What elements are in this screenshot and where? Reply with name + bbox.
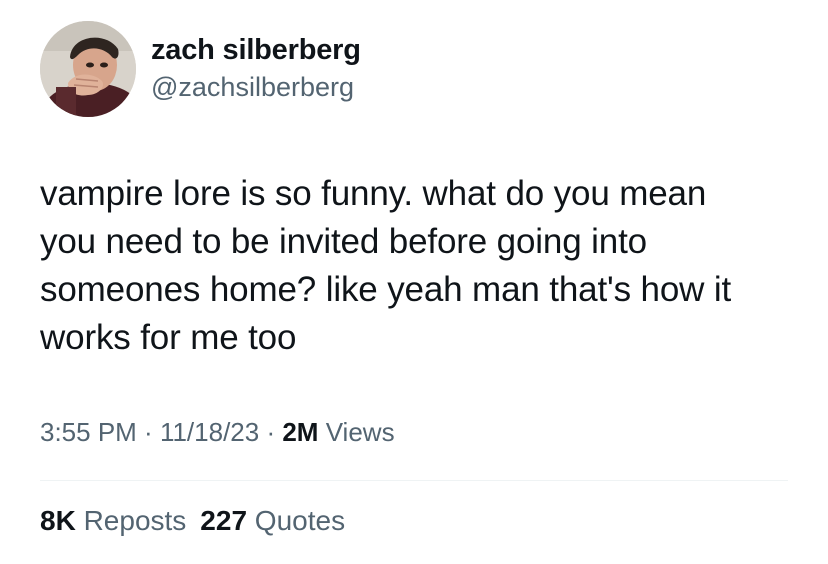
quotes-label: Quotes: [254, 505, 346, 536]
author-names: zach silberberg @zachsilberberg: [151, 33, 361, 104]
tweet-date[interactable]: 11/18/23: [160, 417, 259, 447]
tweet-text-line: vampire lore is so funny. what do you me…: [40, 174, 707, 213]
profile-photo-icon: [40, 21, 136, 117]
meta-separator: ·: [259, 417, 283, 447]
tweet-time[interactable]: 3:55 PM: [40, 417, 137, 447]
tweet-text: vampire lore is so funny. what do you me…: [40, 170, 800, 362]
quotes-link[interactable]: 227 Quotes: [200, 505, 345, 536]
divider: [40, 480, 788, 481]
tweet-text-line: works for me too: [40, 318, 297, 357]
avatar[interactable]: [40, 21, 136, 117]
handle[interactable]: @zachsilberberg: [151, 70, 361, 104]
tweet-stats: 8K Reposts 227 Quotes: [40, 501, 345, 541]
quotes-count: 227: [200, 505, 248, 536]
meta-separator: ·: [136, 417, 160, 447]
previous-tweet-fragment: [405, 0, 419, 6]
tweet-meta: 3:55 PM · 11/18/23 · 2M Views: [40, 414, 395, 450]
reposts-link[interactable]: 8K Reposts: [40, 505, 186, 536]
reposts-count: 8K: [40, 505, 76, 536]
display-name[interactable]: zach silberberg: [151, 33, 361, 67]
tweet-header: zach silberberg @zachsilberberg: [40, 21, 361, 117]
tweet-text-line: someones home? like yeah man that's how …: [40, 270, 732, 309]
views-label: Views: [325, 417, 395, 447]
tweet-text-line: you need to be invited before going into: [40, 222, 647, 261]
views-count: 2M: [282, 417, 319, 447]
reposts-label: Reposts: [83, 505, 187, 536]
